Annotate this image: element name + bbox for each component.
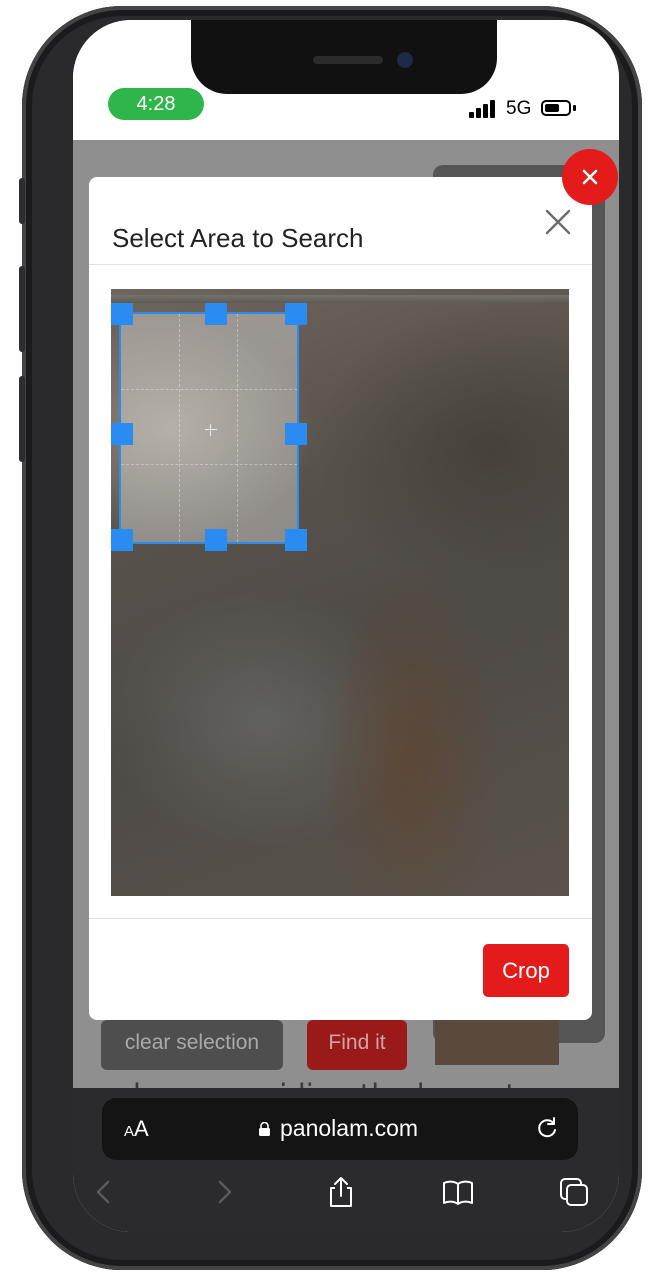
- status-time: 4:28: [108, 88, 204, 120]
- network-label: 5G: [506, 98, 532, 119]
- find-it-button: Find it: [307, 1020, 407, 1070]
- battery-tip: [573, 105, 576, 111]
- modal-header-divider: [89, 264, 592, 265]
- notch: [191, 20, 497, 94]
- url-text: panolam.com: [280, 1115, 419, 1141]
- address-bar[interactable]: AA panolam.com: [102, 1098, 578, 1160]
- battery-icon: [541, 100, 571, 116]
- crop-button[interactable]: Crop: [483, 944, 569, 997]
- crop-guide-line: [237, 314, 239, 542]
- bookmarks-icon[interactable]: [441, 1175, 475, 1209]
- crop-center-mark: [205, 424, 217, 436]
- crop-guide-line: [179, 314, 181, 542]
- lock-icon: [259, 1122, 270, 1136]
- crop-handle-top-left[interactable]: [111, 303, 133, 325]
- status-bar: 4:28 5G: [73, 20, 619, 140]
- crop-selection-box[interactable]: [119, 312, 299, 544]
- crop-handle-bottom-right[interactable]: [285, 529, 307, 551]
- crop-handle-bottom-left[interactable]: [111, 529, 133, 551]
- volume-down-button: [19, 376, 25, 462]
- crop-handle-bottom[interactable]: [205, 529, 227, 551]
- crop-modal: Select Area to Search Crop: [89, 177, 592, 1020]
- mute-switch: [19, 178, 25, 224]
- reload-icon[interactable]: [534, 1115, 560, 1141]
- image-edge: [111, 295, 569, 303]
- modal-footer-divider: [89, 918, 592, 919]
- close-overlay-button[interactable]: [562, 149, 618, 205]
- crop-handle-top[interactable]: [205, 303, 227, 325]
- tabs-icon[interactable]: [557, 1175, 591, 1209]
- front-camera: [397, 52, 413, 68]
- share-icon[interactable]: [324, 1175, 358, 1209]
- crop-guide-line: [121, 389, 297, 391]
- signal-icon: [469, 100, 499, 118]
- crop-handle-right[interactable]: [285, 423, 307, 445]
- close-icon[interactable]: [543, 207, 573, 237]
- earpiece: [313, 56, 383, 64]
- crop-image[interactable]: [111, 289, 569, 896]
- volume-up-button: [19, 266, 25, 352]
- back-icon[interactable]: [87, 1175, 121, 1209]
- clear-selection-button: clear selection: [101, 1020, 283, 1070]
- phone-screen: clear selection Find it been providing t…: [73, 20, 619, 1232]
- crop-handle-top-right[interactable]: [285, 303, 307, 325]
- crop-guide-line: [121, 464, 297, 466]
- crop-handle-left[interactable]: [111, 423, 133, 445]
- forward-icon[interactable]: [207, 1175, 241, 1209]
- text-size-button[interactable]: AA: [124, 1116, 149, 1142]
- close-icon: [582, 169, 598, 185]
- modal-title: Select Area to Search: [112, 223, 364, 253]
